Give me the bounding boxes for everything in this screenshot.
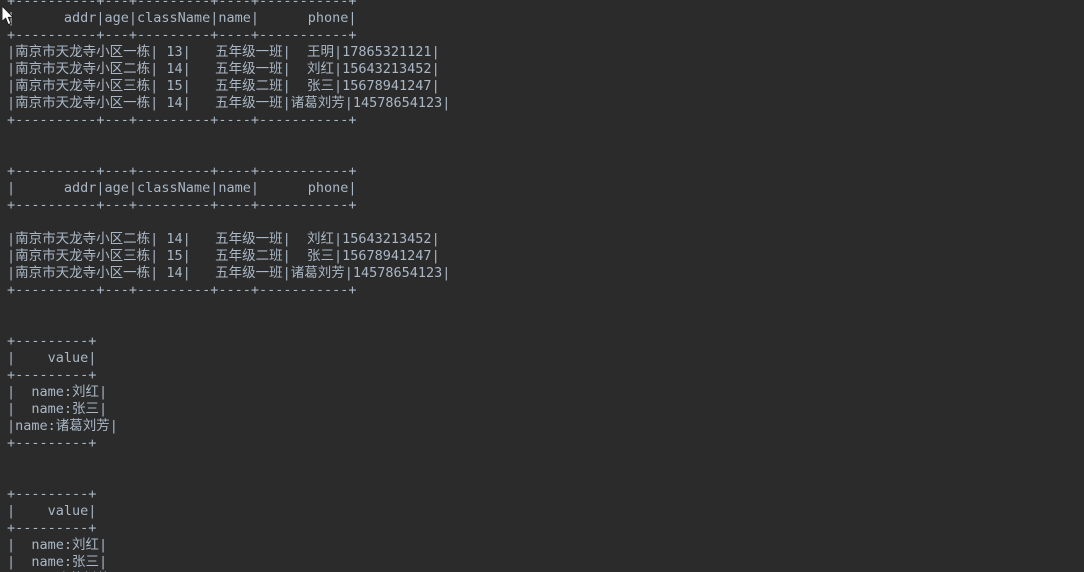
output-line: +---------+ [7,367,97,383]
output-line: |南京市天龙寺小区二栋| 14| 五年级一班| 刘红|15643213452| [7,231,440,247]
output-line: +---------+ [7,435,97,451]
output-line: +----------+---+---------+----+---------… [7,0,357,9]
output-line: +----------+---+---------+----+---------… [7,197,357,213]
output-line: |南京市天龙寺小区二栋| 14| 五年级一班| 刘红|15643213452| [7,61,440,77]
output-line: +---------+ [7,520,97,536]
output-line: +----------+---+---------+----+---------… [7,282,357,298]
output-line: |南京市天龙寺小区三栋| 15| 五年级二班| 张三|15678941247| [7,248,440,264]
output-line: |南京市天龙寺小区一栋| 13| 五年级一班| 王明|17865321121| [7,44,440,60]
output-line: +----------+---+---------+----+---------… [7,163,357,179]
output-line: |南京市天龙寺小区一栋| 14| 五年级一班|诸葛刘芳|14578654123| [7,95,451,111]
output-line: | value| [7,350,97,366]
output-line: | name:刘红| [7,384,108,400]
output-line: | addr|age|className|name| phone| [7,10,357,26]
output-line: | value| [7,503,97,519]
output-line: |南京市天龙寺小区三栋| 15| 五年级二班| 张三|15678941247| [7,78,440,94]
output-line: | name:张三| [7,401,108,417]
output-line: +----------+---+---------+----+---------… [7,112,357,128]
output-line: +---------+ [7,333,97,349]
output-line: +----------+---+---------+----+---------… [7,27,357,43]
output-line: | name:张三| [7,554,108,570]
console-output-pane[interactable]: SLF4J: Actual binding is of type [org.sl… [0,0,1084,572]
output-line: +---------+ [7,486,97,502]
output-line: | addr|age|className|name| phone| [7,180,357,196]
output-line: |南京市天龙寺小区一栋| 14| 五年级一班|诸葛刘芳|14578654123| [7,265,451,281]
output-line: |name:诸葛刘芳| [7,418,118,434]
output-line: | name:刘红| [7,537,108,553]
